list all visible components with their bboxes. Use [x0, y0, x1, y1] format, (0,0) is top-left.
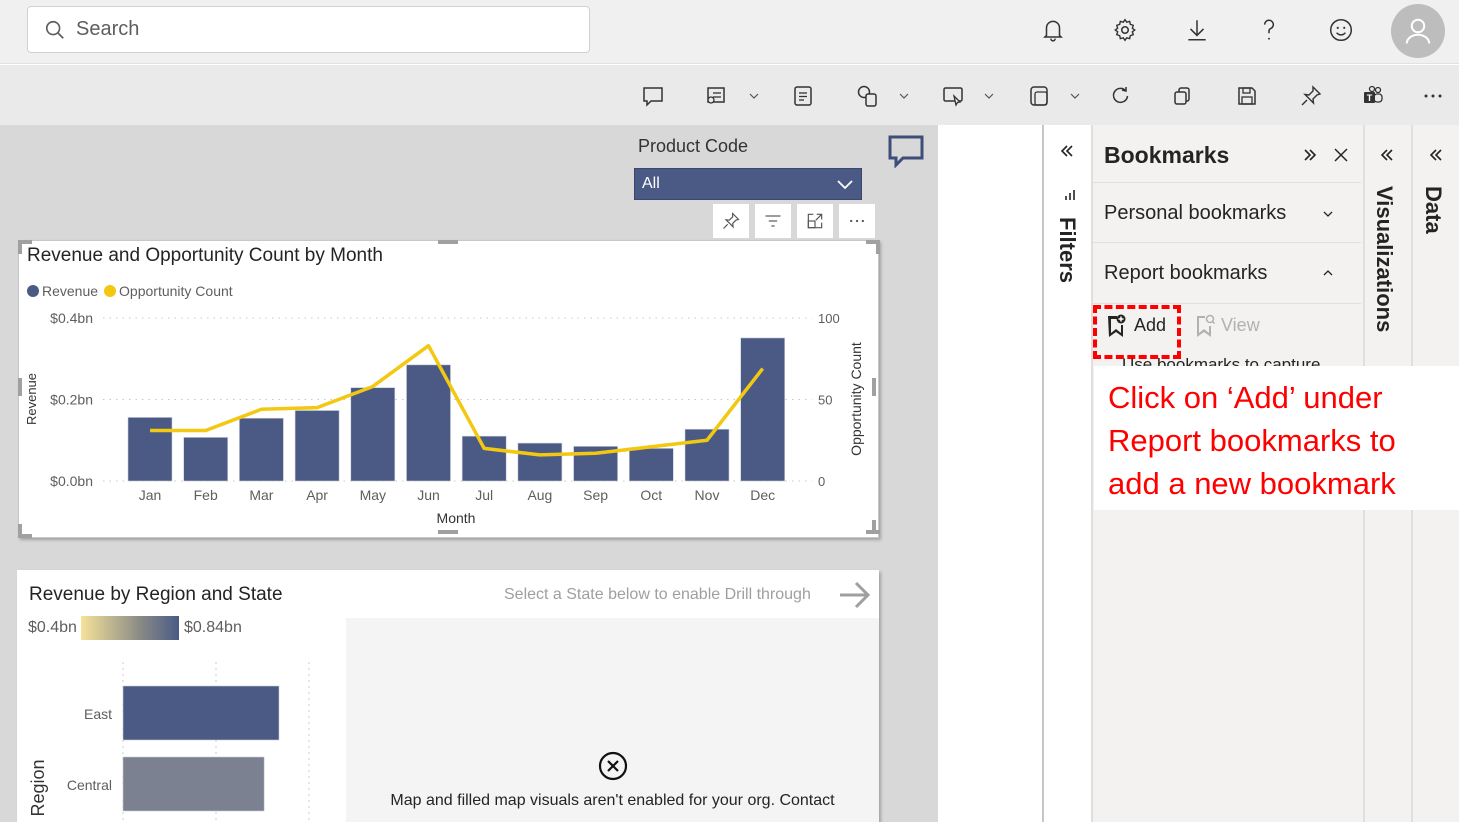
- present-icon: [943, 87, 963, 107]
- chevron-down-icon: [1323, 211, 1333, 217]
- more-button[interactable]: [1420, 83, 1446, 109]
- canvas-margin: [938, 125, 1042, 822]
- teams-icon: T: [1364, 85, 1383, 103]
- x-tick-label: Aug: [527, 487, 552, 503]
- map-error-icon-wrap: [597, 750, 629, 787]
- x-tick-label: Sep: [583, 487, 608, 503]
- save-icon: [1238, 87, 1256, 105]
- chevron-double-left-icon: [1429, 149, 1442, 161]
- bookmark-view-icon: [1197, 314, 1216, 337]
- view-bookmark-label: View: [1221, 314, 1260, 335]
- duplicate-button[interactable]: [1169, 83, 1195, 109]
- x-tick-label: Dec: [750, 487, 775, 503]
- help-icon: [1263, 19, 1275, 40]
- y2-tick-label: 50: [818, 393, 832, 408]
- visualizations-pane-label[interactable]: Visualizations: [1371, 186, 1397, 332]
- download-button[interactable]: [1181, 14, 1213, 46]
- y2-tick-label: 100: [818, 311, 840, 326]
- drill-through-hint: Select a State below to enable Drill thr…: [504, 586, 811, 603]
- report-bookmarks-toggle[interactable]: [1321, 266, 1335, 285]
- filters-pane-label[interactable]: Filters: [1054, 217, 1080, 283]
- revenue-bar-dec[interactable]: [740, 337, 786, 482]
- revenue-bar-aug[interactable]: [517, 442, 563, 482]
- teams-button[interactable]: T: [1360, 83, 1386, 109]
- close-icon: [1334, 148, 1348, 162]
- arrow-right-icon: [840, 581, 871, 609]
- chevron-down-icon[interactable]: [982, 89, 996, 103]
- report-bookmarks-label[interactable]: Report bookmarks: [1104, 262, 1267, 285]
- view-bookmark-button[interactable]: View: [1193, 313, 1260, 337]
- refresh-icon: [1112, 87, 1129, 104]
- region-bar-chart: East Central Region: [28, 662, 310, 822]
- expand-filters-button[interactable]: [1059, 142, 1075, 165]
- chevron-double-left-icon: [1380, 149, 1393, 161]
- svg-text:T: T: [1367, 93, 1373, 103]
- error-circle-x-icon: [598, 751, 628, 781]
- callout-line-3: add a new bookmark: [1108, 466, 1396, 501]
- instruction-callout: Click on ‘Add’ under Report bookmarks to…: [1094, 366, 1459, 510]
- map-error-message: Map and filled map visuals aren't enable…: [390, 792, 835, 809]
- callout-line-2: Report bookmarks to: [1108, 423, 1396, 458]
- close-bookmarks-button[interactable]: [1332, 146, 1350, 169]
- region-bar-east[interactable]: [122, 685, 280, 741]
- x-axis-title: Month: [437, 510, 476, 526]
- callout-line-1: Click on ‘Add’ under: [1108, 380, 1383, 415]
- pin-button[interactable]: [1298, 83, 1324, 109]
- x-tick-label: Jun: [417, 487, 440, 503]
- chevron-down-icon[interactable]: [1068, 89, 1082, 103]
- present-button[interactable]: [940, 83, 966, 109]
- view-icon: [1030, 86, 1048, 106]
- save-button[interactable]: [1234, 83, 1260, 109]
- annotation-highlight-box: [1093, 305, 1181, 359]
- x-tick-label: May: [360, 487, 386, 503]
- avatar-icon: [1405, 18, 1431, 44]
- chevron-double-right-icon: [1304, 149, 1317, 161]
- chevron-up-icon: [1323, 270, 1333, 276]
- more-icon: [1424, 94, 1442, 98]
- data-pane-label[interactable]: Data: [1420, 186, 1446, 234]
- notifications-button[interactable]: [1037, 14, 1069, 46]
- feedback-button[interactable]: [1325, 14, 1357, 46]
- view-button[interactable]: [1026, 83, 1052, 109]
- account-avatar[interactable]: [1391, 4, 1445, 58]
- bell-icon: [1043, 20, 1063, 42]
- y2-tick-label: 0: [818, 474, 825, 489]
- revenue-bar-nov[interactable]: [684, 428, 730, 482]
- filter-funnel-icon-wrap: [1063, 188, 1077, 207]
- bookmarks-hint-text: Use bookmarks to capture: [1122, 355, 1321, 366]
- gear-icon: [1114, 18, 1136, 42]
- expand-visualizations-button[interactable]: [1379, 147, 1395, 168]
- drill-through-button[interactable]: [838, 580, 872, 615]
- region-label: Central: [67, 777, 112, 793]
- refresh-button[interactable]: [1108, 83, 1134, 109]
- revenue-bar-oct[interactable]: [628, 448, 674, 482]
- bookmarks-title: Bookmarks: [1104, 142, 1230, 168]
- personal-bookmarks-label[interactable]: Personal bookmarks: [1104, 202, 1286, 225]
- x-tick-label: Jul: [475, 487, 493, 503]
- collapse-bookmarks-button[interactable]: [1302, 147, 1318, 168]
- revenue-bar-jun[interactable]: [406, 364, 451, 482]
- pin-icon: [1301, 85, 1322, 106]
- duplicate-icon: [1174, 87, 1190, 105]
- personal-bookmarks-toggle[interactable]: [1321, 207, 1335, 226]
- revenue-bar-jul[interactable]: [461, 435, 507, 482]
- chevron-double-left-icon: [1060, 145, 1073, 157]
- region-bar-central[interactable]: [122, 756, 265, 812]
- help-button[interactable]: [1253, 14, 1285, 46]
- expand-data-button[interactable]: [1428, 147, 1444, 168]
- revenue-bar-may[interactable]: [350, 387, 396, 482]
- region-axis-title: Region: [28, 759, 48, 816]
- filter-icon: [1065, 190, 1075, 200]
- x-tick-label: Oct: [640, 487, 662, 503]
- x-tick-label: Nov: [695, 487, 720, 503]
- settings-button[interactable]: [1109, 14, 1141, 46]
- download-icon: [1188, 20, 1206, 41]
- region-label: East: [84, 706, 112, 722]
- y2-axis-title: Opportunity Count: [848, 342, 864, 456]
- feedback-smiley-icon: [1329, 18, 1353, 42]
